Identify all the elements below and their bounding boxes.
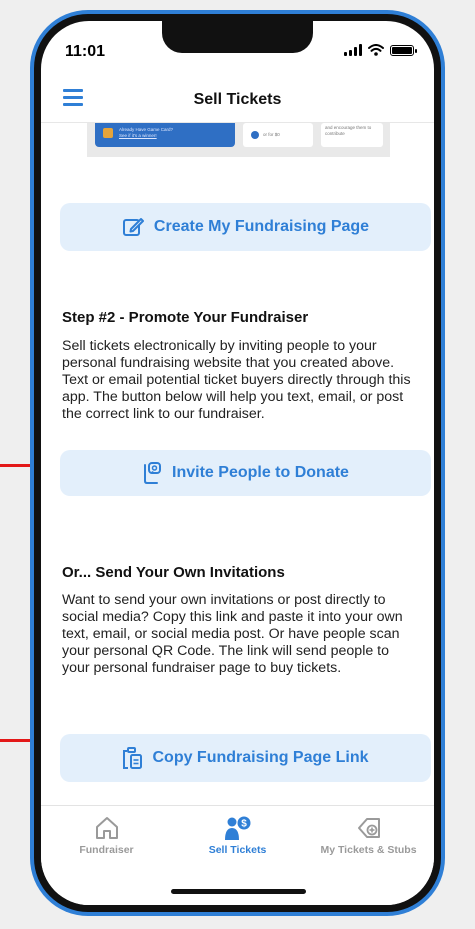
notch <box>162 21 313 53</box>
clipboard-copy-icon <box>123 747 143 769</box>
cellular-signal-icon <box>344 44 362 56</box>
tab-sell-tickets-label: Sell Tickets <box>208 844 267 856</box>
battery-icon <box>390 44 417 56</box>
status-time: 11:01 <box>65 43 106 60</box>
step2-body: Sell tickets electronically by inviting … <box>62 338 411 422</box>
wifi-icon <box>368 44 384 56</box>
create-fundraising-page-label: Create My Fundraising Page <box>153 218 370 235</box>
status-icons <box>344 44 417 56</box>
tab-my-tickets[interactable]: My Tickets & Stubs <box>303 806 434 856</box>
invite-phone-icon <box>144 462 162 484</box>
step2-heading: Step #2 - Promote Your Fundraiser <box>62 309 309 326</box>
fundraising-page-preview-image: Already Have Game Card? See if it's a wi… <box>87 123 390 157</box>
invite-people-label: Invite People to Donate <box>172 464 349 481</box>
own-invitations-body: Want to send your own invitations or pos… <box>62 592 403 676</box>
preview-text-3: or for $0 <box>263 132 280 137</box>
invite-people-button[interactable]: Invite People to Donate <box>60 450 431 496</box>
copy-fundraising-link-button[interactable]: Copy Fundraising Page Link <box>60 734 431 782</box>
create-fundraising-page-button[interactable]: Create My Fundraising Page <box>60 203 431 251</box>
phone-screen: 11:01 Sell Tickets Already Have Game Car… <box>41 21 434 905</box>
edit-icon <box>122 218 144 236</box>
preview-dot-icon <box>251 131 259 139</box>
person-dollar-icon: $ <box>224 816 250 840</box>
home-icon <box>95 817 118 839</box>
copy-fundraising-link-label: Copy Fundraising Page Link <box>152 749 369 766</box>
preview-text-2: See if it's a winner! <box>119 133 157 138</box>
top-bar: Sell Tickets <box>41 79 434 123</box>
own-invitations-heading: Or... Send Your Own Invitations <box>62 564 285 581</box>
tab-fundraiser-label: Fundraiser <box>79 844 134 856</box>
svg-text:$: $ <box>241 819 247 830</box>
home-indicator[interactable] <box>171 889 306 894</box>
tab-my-tickets-label: My Tickets & Stubs <box>320 844 417 856</box>
page-title: Sell Tickets <box>193 91 282 108</box>
tag-add-icon <box>357 818 380 838</box>
tab-sell-tickets[interactable]: $ Sell Tickets <box>172 806 303 856</box>
tab-fundraiser[interactable]: Fundraiser <box>41 806 172 856</box>
game-card-icon <box>103 128 113 138</box>
preview-text-5: contribute <box>325 131 345 136</box>
scroll-content[interactable]: Already Have Game Card? See if it's a wi… <box>41 123 434 805</box>
